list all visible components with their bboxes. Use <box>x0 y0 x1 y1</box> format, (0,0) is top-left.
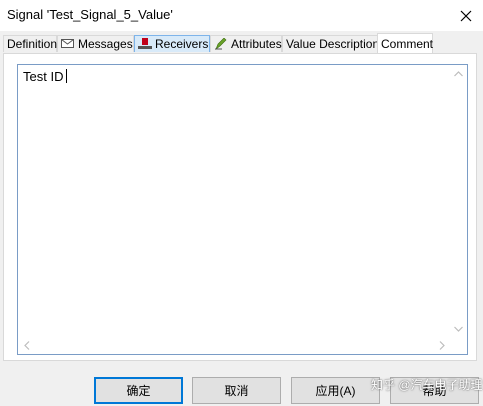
ok-button[interactable]: 确定 <box>94 377 183 404</box>
close-icon <box>460 10 472 21</box>
dialog-title: Signal 'Test_Signal_5_Value' <box>7 7 173 22</box>
horizontal-scrollbar[interactable] <box>18 337 450 354</box>
tab-definition[interactable]: Definition <box>3 35 57 52</box>
envelope-icon <box>61 38 75 50</box>
signal-dialog: Signal 'Test_Signal_5_Value' Definition … <box>0 0 483 406</box>
comment-text: Test ID <box>23 69 68 84</box>
vertical-scrollbar[interactable] <box>450 65 467 337</box>
cancel-button-label: 取消 <box>224 384 249 398</box>
comment-textarea[interactable]: Test ID <box>17 64 468 355</box>
tab-receivers[interactable]: Receivers <box>134 35 210 52</box>
tab-definition-label: Definition <box>7 37 58 51</box>
attribute-pen-icon <box>214 37 228 50</box>
receiver-node-icon <box>138 38 152 50</box>
tab-attributes-label: Attributes <box>231 37 282 51</box>
apply-button[interactable]: 应用(A) <box>291 377 380 404</box>
ok-button-label: 确定 <box>126 384 151 398</box>
scroll-up-arrow-icon[interactable] <box>450 65 467 82</box>
apply-button-label: 应用(A) <box>315 384 356 398</box>
cancel-button[interactable]: 取消 <box>192 377 281 404</box>
scroll-left-arrow-icon[interactable] <box>18 337 35 354</box>
text-caret <box>66 69 68 83</box>
title-bar: Signal 'Test_Signal_5_Value' <box>0 0 483 31</box>
tab-comment-label: Comment <box>381 36 434 51</box>
tab-messages-label: Messages <box>78 37 133 51</box>
comment-panel: Test ID <box>3 53 477 361</box>
close-button[interactable] <box>449 0 483 31</box>
tab-attributes[interactable]: Attributes <box>210 35 282 52</box>
scroll-down-arrow-icon[interactable] <box>450 320 467 337</box>
tab-messages[interactable]: Messages <box>57 35 134 52</box>
watermark: 知乎 @汽车电子助理 <box>371 378 483 392</box>
tab-value-descriptions-label: Value Descriptions <box>286 37 386 51</box>
tab-comment[interactable]: Comment <box>377 33 433 53</box>
comment-text-value: Test ID <box>23 69 64 84</box>
tab-receivers-label: Receivers <box>155 37 209 51</box>
tab-value-descriptions[interactable]: Value Descriptions <box>282 35 385 52</box>
tab-bar: Definition Messages Receivers Attributes… <box>3 33 481 53</box>
scroll-right-arrow-icon[interactable] <box>433 337 450 354</box>
